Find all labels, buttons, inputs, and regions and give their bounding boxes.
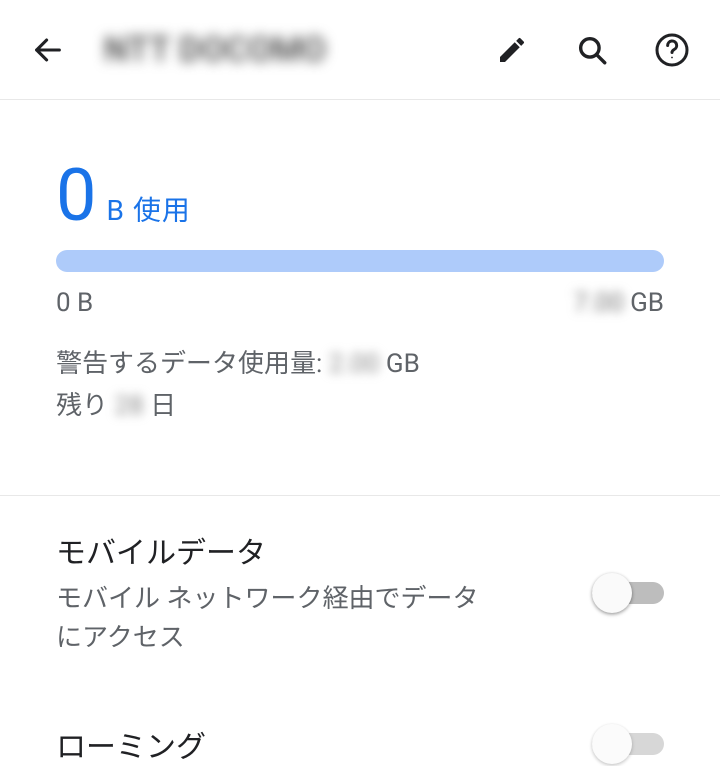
back-button[interactable] <box>20 22 76 78</box>
roaming-title: ローミング <box>56 722 580 766</box>
remaining-value: 28 <box>114 386 143 428</box>
help-icon <box>654 32 690 68</box>
edit-button[interactable] <box>484 22 540 78</box>
usage-scale-min: 0 B <box>56 288 93 318</box>
setting-mobile-data[interactable]: モバイルデータ モバイル ネットワーク経由でデータにアクセス <box>0 496 720 690</box>
warning-value: 2.00 <box>329 344 380 386</box>
remaining-suffix: 日 <box>144 391 176 421</box>
usage-scale-max-value: 7.00 <box>573 288 624 318</box>
usage-heading: 0 B 使用 <box>56 160 664 232</box>
switch-thumb <box>592 573 632 613</box>
switch-thumb <box>592 724 632 764</box>
pencil-icon <box>496 34 528 66</box>
usage-unit-label: B 使用 <box>106 189 190 229</box>
data-usage-panel: 0 B 使用 0 B 7.00 GB 警告するデータ使用量: 2.00 GB 残… <box>0 100 720 467</box>
usage-amount: 0 <box>56 160 96 232</box>
setting-roaming[interactable]: ローミング <box>0 690 720 766</box>
usage-progress-bar <box>56 250 664 272</box>
usage-scale-max-unit: GB <box>630 288 664 318</box>
mobile-data-subtitle: モバイル ネットワーク経由でデータにアクセス <box>56 580 486 658</box>
usage-warning-text: 警告するデータ使用量: 2.00 GB 残り 28 日 <box>56 344 664 427</box>
action-bar <box>484 22 700 78</box>
help-button[interactable] <box>644 22 700 78</box>
warning-prefix: 警告するデータ使用量: <box>56 349 329 379</box>
mobile-data-title: モバイルデータ <box>56 528 580 572</box>
warning-unit: GB <box>379 349 419 379</box>
usage-scale: 0 B 7.00 GB <box>56 288 664 318</box>
remaining-prefix: 残り <box>56 391 114 421</box>
setting-text: ローミング <box>56 722 580 766</box>
page-title: NTT DOCOMO <box>104 30 484 70</box>
roaming-toggle[interactable] <box>592 724 664 764</box>
app-bar: NTT DOCOMO <box>0 0 720 100</box>
search-icon <box>575 33 609 67</box>
setting-text: モバイルデータ モバイル ネットワーク経由でデータにアクセス <box>56 528 580 658</box>
usage-scale-max: 7.00 GB <box>573 288 664 318</box>
mobile-data-toggle[interactable] <box>592 573 664 613</box>
arrow-back-icon <box>31 33 65 67</box>
search-button[interactable] <box>564 22 620 78</box>
